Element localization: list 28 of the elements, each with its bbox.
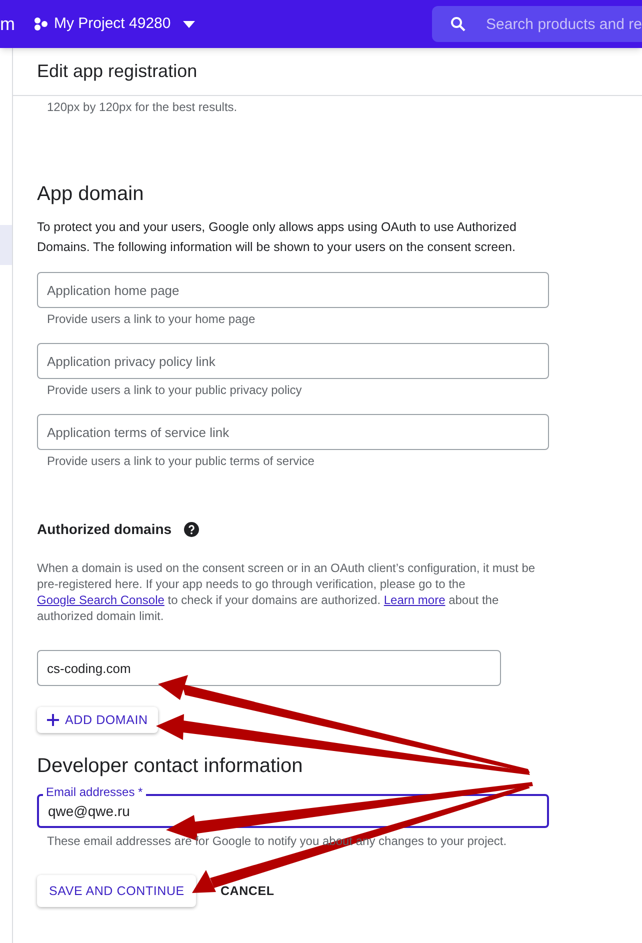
hint-text: 120px by 120px for the best results. (46, 99, 238, 115)
link[interactable]: Google Search Console (37, 593, 164, 607)
text-field[interactable]: Application home page (37, 272, 549, 308)
hint-text: Provide users a link to your public privacy policy (46, 383, 303, 397)
text-field[interactable]: Application privacy policy link (37, 343, 549, 379)
save-and-continue-button[interactable]: SAVE AND CONTINUE (37, 875, 196, 907)
section-subheading: Authorized domains (37, 520, 172, 539)
hint-text: Provide users a link to your home page (46, 312, 256, 326)
help-icon[interactable] (184, 522, 199, 537)
domain-field[interactable]: cs-coding.com (37, 650, 501, 686)
text-field[interactable]: Application terms of service link (37, 414, 549, 450)
brand-fragment: m (0, 12, 16, 36)
hint-text: Provide users a link to your public terms of service (46, 454, 316, 468)
link[interactable]: Learn more (384, 593, 446, 607)
section-description: To protect you and your users, Google only allows apps using OAuth to use Authorized Domains. The following information will be shown to your users on the consent screen. (37, 219, 518, 256)
add-domain-button[interactable]: ADD DOMAIN (37, 707, 158, 733)
project-icon (34, 17, 48, 31)
section-heading: App domain (37, 182, 145, 207)
search-icon (450, 16, 466, 32)
dropdown-caret-icon[interactable] (182, 20, 195, 28)
page-title: Edit app registration (37, 60, 198, 83)
project-name[interactable]: My Project 49280 (54, 12, 171, 36)
cancel-button[interactable]: CANCEL (220, 875, 274, 907)
search-field[interactable]: Search products and re (432, 6, 642, 42)
email-field-label: Email addresses * (43, 785, 146, 799)
info-paragraph: When a domain is used on the consent screen or in an OAuth client’s configuration, it must be pre-registered here. If your app needs to go through verification, please go to the Google Search Console to check if your domains are authorized. Learn more about the authorized domain limit. (37, 560, 536, 624)
section-heading: Developer contact information (37, 754, 304, 779)
plus-icon (47, 714, 59, 726)
